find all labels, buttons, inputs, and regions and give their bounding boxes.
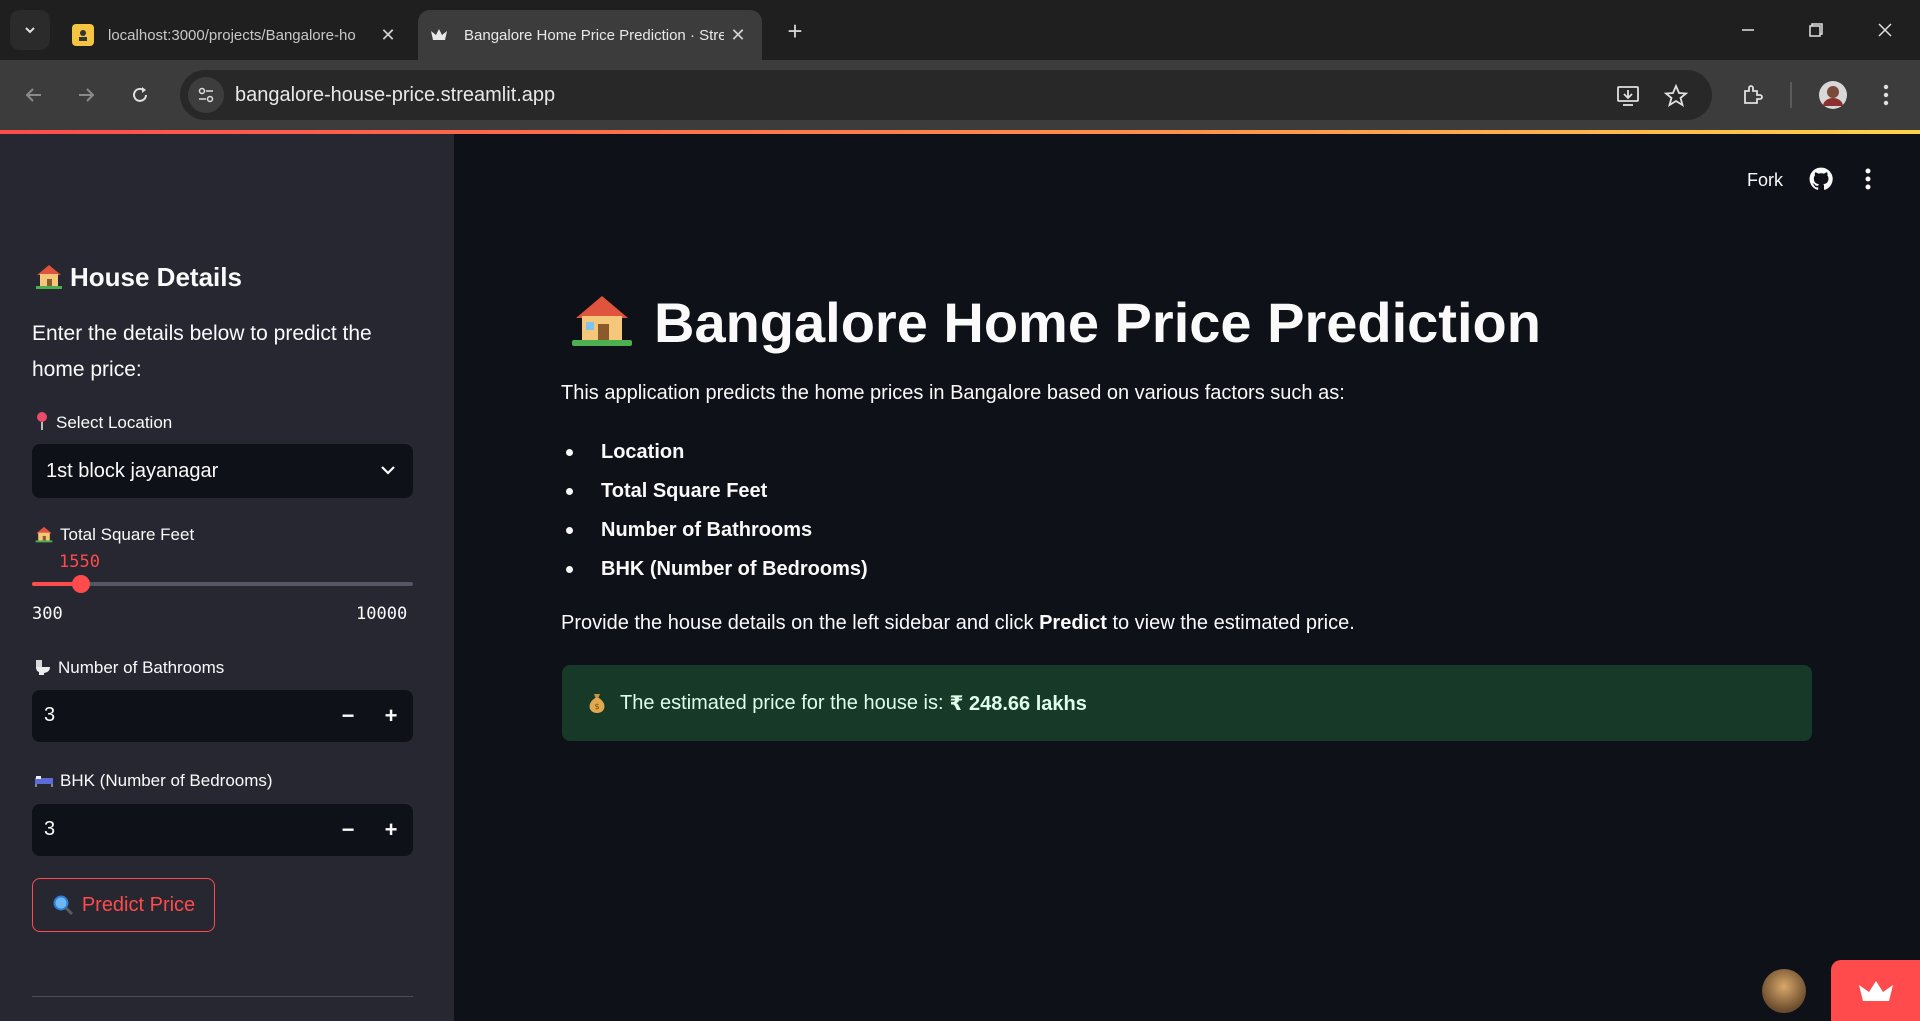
instructions-after: to view the estimated price.: [1106, 612, 1355, 634]
money-bag-icon: $: [589, 694, 605, 713]
magnifier-icon: [53, 895, 73, 916]
list-item: BHK (Number of Bedrooms): [566, 554, 868, 593]
predict-price-button[interactable]: Predict Price: [32, 878, 215, 932]
streamlit-crown-icon: [1858, 980, 1893, 1001]
sidebar-title-text: House Details: [70, 262, 242, 292]
minimize-icon[interactable]: [1725, 12, 1771, 48]
sqft-slider-min: 300: [32, 604, 63, 624]
site-info-icon[interactable]: [188, 77, 224, 113]
browser-tab-localhost[interactable]: localhost:3000/projects/Bangalore-ho ✕: [62, 10, 412, 60]
location-label: Select Location: [34, 411, 172, 433]
svg-text:$: $: [594, 702, 599, 711]
bath-decrement-button[interactable]: −: [327, 690, 369, 742]
bath-number-input[interactable]: 3 − +: [32, 690, 413, 742]
instructions-bold: Predict: [1039, 612, 1107, 634]
chevron-down-icon: [25, 27, 35, 34]
sqft-slider-value: 1550: [59, 552, 100, 572]
close-tab-icon[interactable]: ✕: [724, 21, 752, 49]
github-icon[interactable]: [1808, 166, 1834, 192]
toilet-icon: [36, 660, 50, 675]
bhk-increment-button[interactable]: +: [370, 804, 412, 856]
browser-toolbar: bangalore-house-price.streamlit.app: [0, 60, 1920, 130]
sidebar-divider: [32, 996, 413, 997]
house-icon: [572, 296, 632, 346]
house-icon: [35, 526, 53, 543]
list-item: Number of Bathrooms: [566, 515, 868, 554]
new-tab-icon[interactable]: +: [780, 16, 810, 46]
creator-avatar[interactable]: [1762, 969, 1806, 1013]
bhk-number-input[interactable]: 3 − +: [32, 804, 413, 856]
sqft-slider[interactable]: [32, 575, 413, 593]
pin-icon: [37, 412, 47, 430]
sqft-slider-max: 10000: [356, 604, 408, 624]
sidebar-description: Enter the details below to predict the h…: [32, 322, 372, 381]
sqft-label-text: Total Square Feet: [60, 525, 195, 544]
list-item: Total Square Feet: [566, 476, 868, 515]
instructions-text: Provide the house details on the left si…: [561, 612, 1355, 635]
app-menu-icon[interactable]: [1858, 166, 1878, 192]
intro-text: This application predicts the home price…: [561, 382, 1345, 404]
url-text: bangalore-house-price.streamlit.app: [235, 84, 556, 106]
sqft-label: Total Square Feet: [34, 525, 194, 545]
predict-button-label: Predict Price: [81, 893, 196, 916]
install-app-icon[interactable]: [1614, 82, 1642, 110]
bed-icon: [35, 776, 53, 787]
back-icon[interactable]: [16, 77, 52, 113]
page-title: Bangalore Home Price Prediction: [570, 290, 1541, 355]
tab-title: Bangalore Home Price Prediction · Stre: [464, 26, 724, 44]
factor-list: Location Total Square Feet Number of Bat…: [566, 437, 868, 593]
result-value: ₹ 248.66 lakhs: [949, 692, 1087, 715]
reload-icon[interactable]: [122, 77, 158, 113]
tab-search-button[interactable]: [10, 10, 50, 50]
close-tab-icon[interactable]: ✕: [374, 21, 402, 49]
sqft-slider-thumb[interactable]: [72, 575, 91, 593]
result-text: The estimated price for the house is:: [620, 691, 944, 714]
extensions-icon[interactable]: [1735, 77, 1771, 113]
list-item: Location: [566, 437, 868, 476]
bhk-value: 3: [44, 818, 56, 840]
location-select-value: 1st block jayanagar: [46, 459, 219, 482]
bath-increment-button[interactable]: +: [370, 690, 412, 742]
streamlit-badge[interactable]: [1831, 960, 1920, 1021]
close-window-icon[interactable]: [1862, 12, 1908, 48]
bhk-label: BHK (Number of Bedrooms): [34, 771, 273, 791]
chevron-down-icon: [381, 466, 395, 475]
profile-avatar[interactable]: [1815, 77, 1851, 113]
bhk-label-text: BHK (Number of Bedrooms): [60, 771, 273, 790]
house-icon: [36, 265, 62, 289]
location-label-text: Select Location: [56, 413, 173, 432]
bath-label-text: Number of Bathrooms: [58, 658, 225, 677]
bath-value: 3: [44, 704, 56, 726]
browser-tab-streamlit[interactable]: Bangalore Home Price Prediction · Stre ✕: [418, 10, 762, 60]
page-title-text: Bangalore Home Price Prediction: [654, 291, 1541, 354]
localhost-favicon-icon: [72, 24, 94, 46]
result-success-box: $ The estimated price for the house is: ₹…: [562, 665, 1812, 741]
restore-icon[interactable]: [1793, 12, 1839, 48]
instructions-before: Provide the house details on the left si…: [561, 612, 1040, 634]
bhk-decrement-button[interactable]: −: [327, 804, 369, 856]
bookmark-star-icon[interactable]: [1662, 82, 1690, 110]
address-bar[interactable]: bangalore-house-price.streamlit.app: [180, 70, 1712, 120]
sidebar: House Details Enter the details below to…: [0, 134, 454, 1021]
toolbar-divider: [1790, 82, 1792, 108]
fork-link[interactable]: Fork: [1747, 170, 1783, 191]
browser-tab-strip: localhost:3000/projects/Bangalore-ho ✕ B…: [0, 0, 1920, 60]
tab-title: localhost:3000/projects/Bangalore-ho: [108, 26, 356, 44]
sidebar-title: House Details: [34, 262, 242, 293]
browser-menu-icon[interactable]: [1868, 77, 1904, 113]
streamlit-favicon-icon: [428, 24, 450, 46]
forward-icon[interactable]: [68, 77, 104, 113]
bath-label: Number of Bathrooms: [34, 658, 224, 678]
location-select[interactable]: 1st block jayanagar: [32, 444, 413, 498]
